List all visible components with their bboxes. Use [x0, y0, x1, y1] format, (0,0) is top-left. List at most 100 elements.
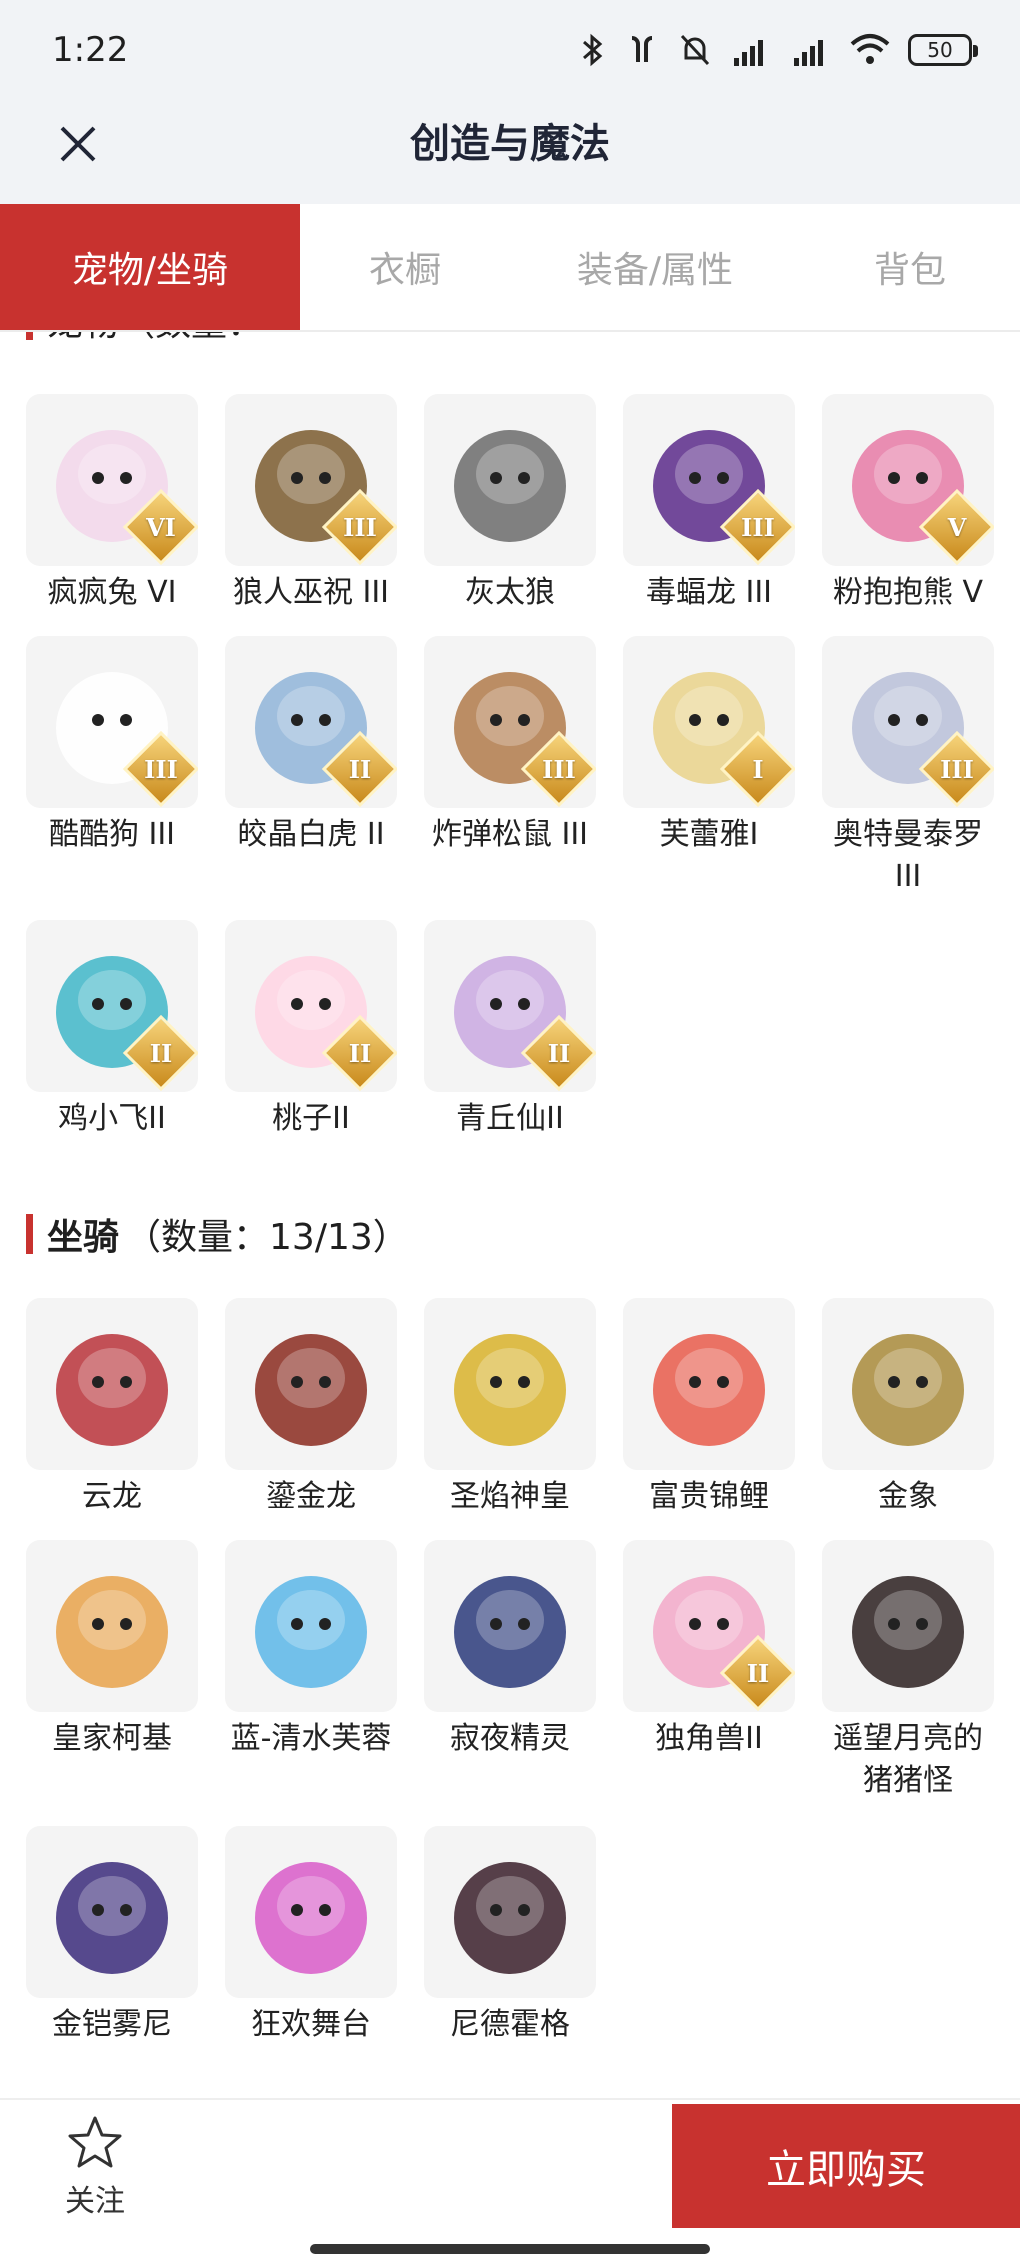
- star-icon: [68, 2116, 122, 2168]
- item-name: 鸡小飞II: [58, 1101, 166, 1136]
- pets-section-header-partial: 宠物（数量：: [26, 332, 263, 344]
- earbuds-icon: [624, 30, 660, 70]
- item-name: 青丘仙II: [456, 1101, 564, 1136]
- grid-item[interactable]: III 奥特曼泰罗III: [822, 636, 994, 898]
- chick-icon: II: [26, 920, 198, 1092]
- item-name: 狼人巫祝 III: [232, 575, 390, 610]
- grid-item[interactable]: 遥望月亮的猪猪怪: [822, 1540, 994, 1802]
- item-name: 富贵锦鲤: [649, 1479, 769, 1514]
- grid-item[interactable]: 蓝-清水芙蓉: [225, 1540, 397, 1760]
- grid-item[interactable]: III 炸弹松鼠 III: [424, 636, 596, 856]
- grid-item[interactable]: 皇家柯基: [26, 1540, 198, 1760]
- grid-item[interactable]: 尼德霍格: [424, 1826, 596, 2046]
- rank-badge-text: I: [752, 754, 764, 784]
- app-header: 创造与魔法: [0, 100, 1020, 204]
- grid-item[interactable]: II 鸡小飞II: [26, 920, 198, 1140]
- item-name: 芙蕾雅I: [659, 817, 759, 852]
- holy-flame-icon: [424, 1298, 596, 1470]
- item-name: 炸弹松鼠 III: [431, 817, 589, 852]
- status-bar: 1:22 50: [0, 0, 1020, 100]
- cool-dog-icon: III: [26, 636, 198, 808]
- item-name: 酷酷狗 III: [48, 817, 176, 852]
- item-name: 云龙: [82, 1479, 142, 1514]
- white-tiger-icon: II: [225, 636, 397, 808]
- item-name: 疯疯兔 VI: [47, 575, 177, 610]
- grid-item[interactable]: VI 疯疯兔 VI: [26, 394, 198, 614]
- grid-item[interactable]: III 毒蝠龙 III: [623, 394, 795, 614]
- page-title: 创造与魔法: [410, 121, 610, 167]
- grid-item[interactable]: 灰太狼: [424, 394, 596, 614]
- rank-badge-text: II: [348, 1038, 372, 1068]
- tab-backpack[interactable]: 背包: [800, 204, 1020, 330]
- item-name: 独角兽II: [655, 1721, 763, 1756]
- item-name: 灰太狼: [465, 575, 555, 610]
- grid-item[interactable]: III 酷酷狗 III: [26, 636, 198, 856]
- rabbit-icon: VI: [26, 394, 198, 566]
- rank-badge-text: II: [746, 1658, 770, 1688]
- item-name: 皎晶白虎 II: [237, 817, 385, 852]
- carnival-stage-icon: [225, 1826, 397, 1998]
- grid-item[interactable]: 富贵锦鲤: [623, 1298, 795, 1518]
- status-icons: 50: [580, 28, 978, 72]
- grid-item[interactable]: II 桃子II: [225, 920, 397, 1140]
- rank-badge-text: II: [547, 1038, 571, 1068]
- rank-badge-text: III: [741, 512, 775, 542]
- battery-icon: 50: [908, 34, 978, 66]
- grid-item[interactable]: V 粉抱抱熊 V: [822, 394, 994, 614]
- tab-pets-mounts[interactable]: 宠物/坐骑: [0, 204, 300, 330]
- armored-beast-icon: [26, 1826, 198, 1998]
- grid-item[interactable]: III 狼人巫祝 III: [225, 394, 397, 614]
- wolf-shaman-icon: III: [225, 394, 397, 566]
- grid-item[interactable]: I 芙蕾雅I: [623, 636, 795, 856]
- rank-badge-text: II: [149, 1038, 173, 1068]
- pink-bear-icon: V: [822, 394, 994, 566]
- peach-cat-icon: II: [225, 920, 397, 1092]
- cloud-dragon-icon: [26, 1298, 198, 1470]
- mounts-section-name: 坐骑: [47, 1217, 120, 1258]
- section-accent-bar: [26, 332, 33, 340]
- grid-item[interactable]: 云龙: [26, 1298, 198, 1518]
- gold-elephant-icon: [822, 1298, 994, 1470]
- grid-item[interactable]: 圣焰神皇: [424, 1298, 596, 1518]
- grid-item[interactable]: II 独角兽II: [623, 1540, 795, 1760]
- item-name: 鎏金龙: [266, 1479, 356, 1514]
- follow-button[interactable]: 关注: [40, 2114, 150, 2220]
- tab-equipment-attributes[interactable]: 装备/属性: [510, 204, 800, 330]
- fox-fairy-icon: II: [424, 920, 596, 1092]
- grid-item[interactable]: II 青丘仙II: [424, 920, 596, 1140]
- item-name: 皇家柯基: [52, 1721, 172, 1756]
- tab-wardrobe[interactable]: 衣橱: [300, 204, 510, 330]
- pig-icon: [822, 1540, 994, 1712]
- rank-badge-text: II: [348, 754, 372, 784]
- section-accent-bar: [26, 1214, 33, 1254]
- koi-icon: [623, 1298, 795, 1470]
- grid-item[interactable]: 金铠雾尼: [26, 1826, 198, 2046]
- content-scroll[interactable]: 宠物（数量： VI疯疯兔 VIIII狼人巫祝 III灰太狼III毒蝠龙 IIIV…: [0, 332, 1020, 2098]
- signal-hd-icon: [730, 30, 772, 70]
- home-indicator[interactable]: [310, 2244, 710, 2254]
- bluetooth-icon: [580, 30, 606, 70]
- rank-badge-text: III: [343, 512, 377, 542]
- signal-hd-2-icon: [790, 30, 832, 70]
- buy-now-button[interactable]: 立即购买: [672, 2104, 1020, 2228]
- corgi-icon: [26, 1540, 198, 1712]
- item-name: 粉抱抱熊 V: [832, 575, 984, 610]
- item-name: 金铠雾尼: [52, 2007, 172, 2042]
- item-name: 寂夜精灵: [450, 1721, 570, 1756]
- mounts-section-count: （数量：13/13）: [125, 1217, 409, 1258]
- tab-bar: 宠物/坐骑 衣橱 装备/属性 背包: [0, 204, 1020, 332]
- rank-badge-text: III: [940, 754, 974, 784]
- grid-item[interactable]: 寂夜精灵: [424, 1540, 596, 1760]
- blue-lotus-icon: [225, 1540, 397, 1712]
- item-name: 毒蝠龙 III: [645, 575, 773, 610]
- rank-badge-text: VI: [146, 512, 176, 542]
- grid-item[interactable]: 金象: [822, 1298, 994, 1518]
- item-name: 金象: [878, 1479, 938, 1514]
- status-time: 1:22: [52, 30, 129, 70]
- grid-item[interactable]: 鎏金龙: [225, 1298, 397, 1518]
- item-name: 桃子II: [272, 1101, 350, 1136]
- rank-badge-text: III: [542, 754, 576, 784]
- wifi-icon: [850, 30, 890, 70]
- grid-item[interactable]: II 皎晶白虎 II: [225, 636, 397, 856]
- grid-item[interactable]: 狂欢舞台: [225, 1826, 397, 2046]
